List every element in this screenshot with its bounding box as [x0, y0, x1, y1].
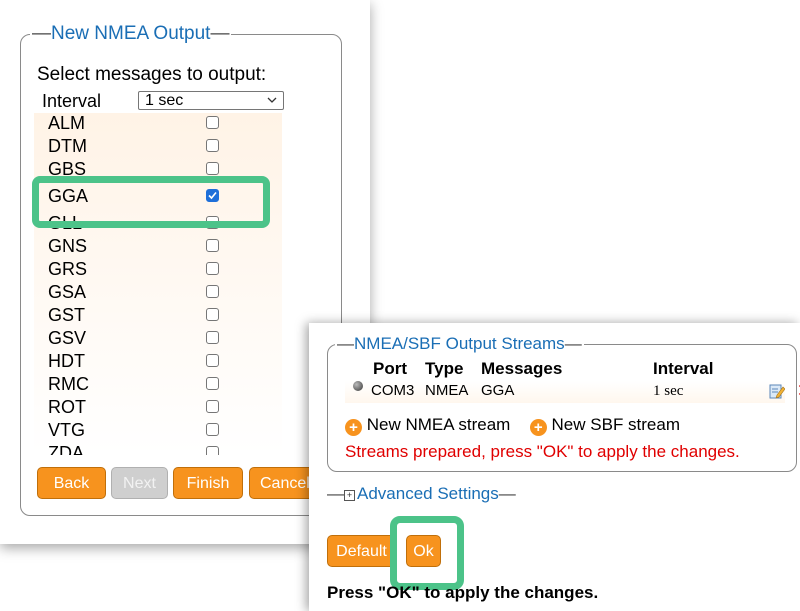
edit-icon[interactable]: [769, 383, 785, 399]
message-name: GSV: [48, 328, 87, 348]
message-name: GST: [48, 305, 86, 325]
streams-warning-text: Streams prepared, press "OK" to apply th…: [345, 442, 740, 461]
add-icon[interactable]: +: [345, 419, 362, 436]
message-checkbox[interactable]: [206, 162, 219, 175]
next-button[interactable]: Next: [111, 467, 168, 499]
list-item[interactable]: DTM: [34, 135, 266, 158]
message-checkbox[interactable]: [206, 354, 219, 367]
apply-prompt-text: Press "OK" to apply the changes.: [327, 583, 599, 602]
list-item[interactable]: ZDA: [34, 442, 266, 455]
chevron-down-icon: [267, 97, 277, 103]
message-name: RMC: [48, 374, 89, 394]
message-checkbox[interactable]: [206, 116, 219, 129]
message-checkbox[interactable]: [206, 262, 219, 275]
expand-icon[interactable]: +: [344, 490, 355, 501]
message-name: ROT: [48, 397, 86, 417]
message-checkbox[interactable]: [206, 308, 219, 321]
interval-label: Interval: [42, 91, 102, 111]
list-item[interactable]: ALM: [34, 113, 266, 135]
new-nmea-output-legend: —New NMEA Output—: [30, 22, 232, 46]
default-button[interactable]: Default: [327, 535, 396, 567]
message-checkbox[interactable]: [206, 400, 219, 413]
stream-status-icon: [353, 381, 363, 391]
interval-select[interactable]: 1 sec: [138, 91, 284, 110]
add-icon[interactable]: +: [529, 419, 547, 436]
message-checkbox[interactable]: [206, 377, 219, 390]
header-type: Type: [425, 359, 464, 378]
message-name: ALM: [48, 113, 86, 133]
cell-port: COM3: [371, 382, 415, 399]
advanced-settings-label[interactable]: Advanced Settings: [357, 484, 499, 503]
interval-value: 1 sec: [145, 92, 184, 109]
legend-text: New NMEA Output: [51, 23, 211, 44]
header-messages: Messages: [481, 359, 563, 378]
list-item[interactable]: GST: [34, 304, 266, 327]
message-list[interactable]: ALM DTM GBS GGA GLL GNS GRS GSA GST GSV …: [34, 113, 282, 455]
message-checkbox[interactable]: [206, 139, 219, 152]
new-stream-links: + New NMEA stream + New SBF stream: [345, 414, 680, 436]
message-name: GRS: [48, 259, 88, 279]
cell-interval: 1 sec: [653, 383, 684, 399]
message-checkbox[interactable]: [206, 423, 219, 436]
message-name: DTM: [48, 136, 87, 156]
header-port: Port: [373, 359, 407, 378]
list-item[interactable]: GSV: [34, 327, 266, 350]
message-name: HDT: [48, 351, 85, 371]
new-sbf-stream-link[interactable]: New SBF stream: [552, 415, 680, 434]
list-item[interactable]: RMC: [34, 373, 266, 396]
table-row[interactable]: COM3 NMEA GGA 1 sec: [345, 381, 800, 403]
streams-table-header: Port Type Messages Interval: [345, 359, 785, 379]
header-interval: Interval: [653, 359, 714, 378]
output-streams-panel: —NMEA/SBF Output Streams— Port Type Mess…: [309, 323, 800, 611]
message-name: VTG: [48, 420, 86, 440]
list-item[interactable]: GSA: [34, 281, 266, 304]
interval-row: Interval 1 sec: [34, 90, 286, 112]
message-name: GSA: [48, 282, 87, 302]
list-item[interactable]: GRS: [34, 258, 266, 281]
cell-type: NMEA: [425, 382, 469, 399]
message-checkbox[interactable]: [206, 331, 219, 344]
message-checkbox[interactable]: [206, 446, 219, 455]
message-name: ZDA: [48, 443, 84, 455]
select-messages-label: Select messages to output:: [37, 64, 267, 85]
message-checkbox[interactable]: [206, 285, 219, 298]
message-checkbox[interactable]: [206, 239, 219, 252]
cell-messages: GGA: [481, 382, 515, 399]
advanced-settings-toggle[interactable]: — + Advanced Settings—: [327, 483, 516, 505]
legend-text: NMEA/SBF Output Streams: [354, 334, 565, 353]
list-item[interactable]: HDT: [34, 350, 266, 373]
finish-button[interactable]: Finish: [173, 467, 243, 499]
message-name: GNS: [48, 236, 88, 256]
list-item[interactable]: GNS: [34, 235, 266, 258]
list-item[interactable]: ROT: [34, 396, 266, 419]
gga-highlight-frame: [32, 176, 270, 228]
back-button[interactable]: Back: [37, 467, 106, 499]
new-nmea-stream-link[interactable]: New NMEA stream: [367, 415, 511, 434]
list-item[interactable]: VTG: [34, 419, 266, 442]
output-streams-legend: —NMEA/SBF Output Streams—: [335, 333, 584, 355]
ok-highlight-frame: [390, 516, 464, 590]
